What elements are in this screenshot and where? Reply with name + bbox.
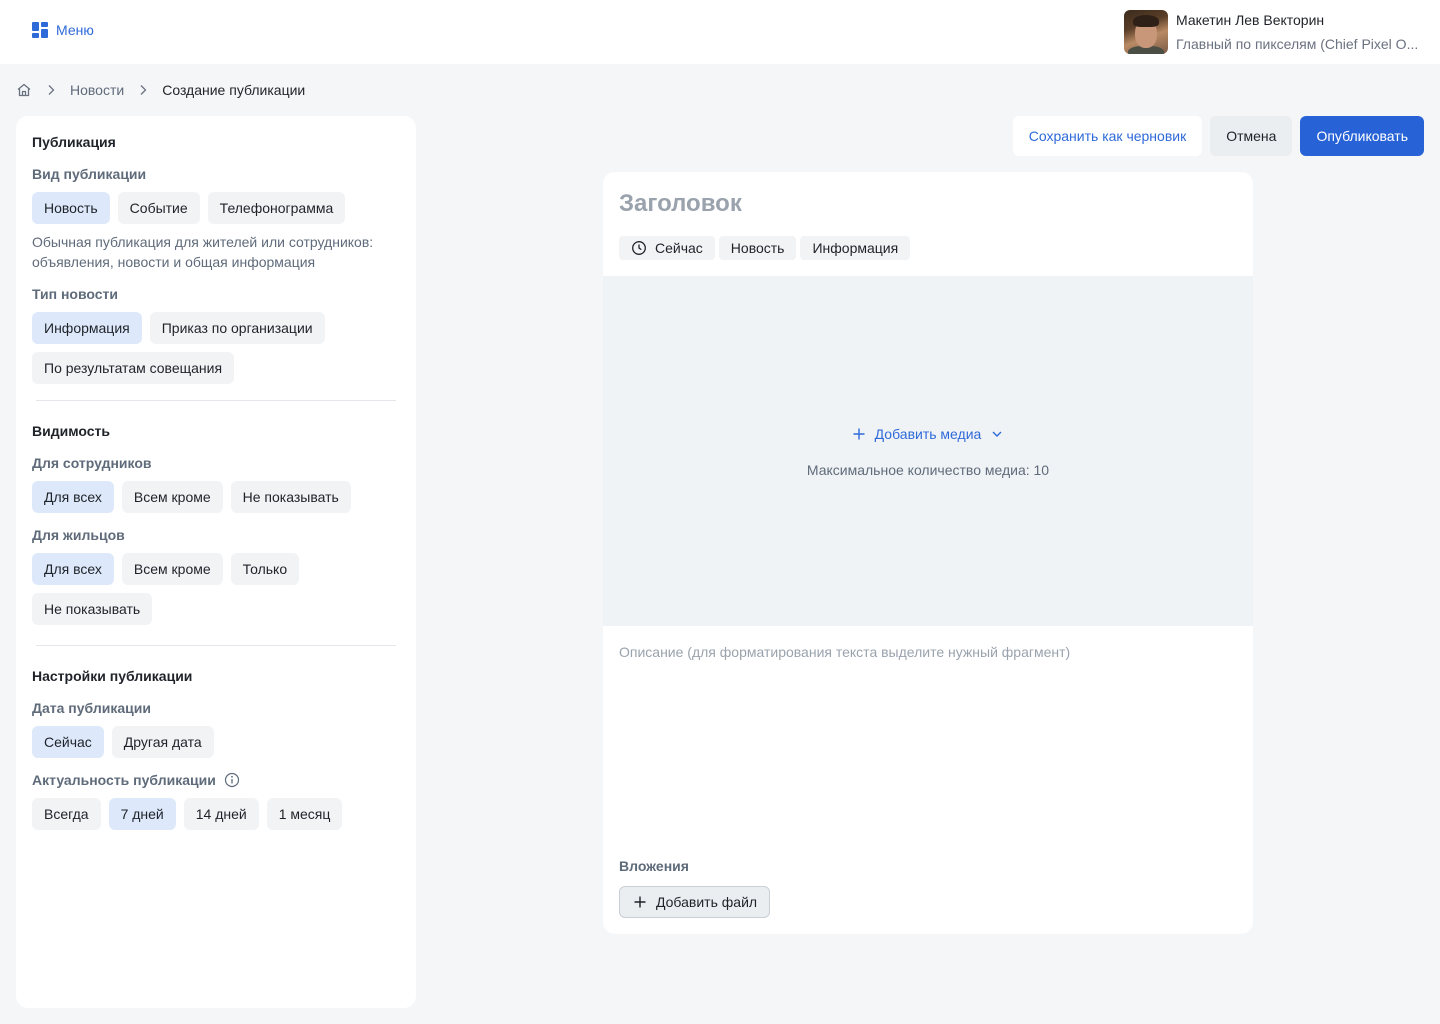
add-media-label: Добавить медиа [874, 426, 982, 442]
add-file-button[interactable]: Добавить файл [619, 886, 771, 918]
chip-date-now[interactable]: Сейчас [32, 726, 104, 758]
add-file-label: Добавить файл [656, 894, 758, 910]
description-input[interactable]: Описание (для форматирования текста выде… [619, 644, 1070, 660]
user-profile[interactable]: Макетин Лев Векторин Главный по пикселям… [1124, 10, 1418, 54]
meta-tags: Сейчас Новость Информация [619, 236, 911, 260]
employees-visibility-group: Для всех Всем кроме Не показывать [32, 481, 400, 513]
user-role: Главный по пикселям (Chief Pixel O... [1176, 36, 1419, 52]
publish-button[interactable]: Опубликовать [1300, 116, 1424, 156]
info-icon[interactable] [224, 772, 240, 788]
attachments-label: Вложения [619, 858, 689, 874]
menu-label: Меню [56, 22, 94, 38]
media-limit-text: Максимальное количество медиа: 10 [806, 462, 1050, 478]
home-icon[interactable] [16, 82, 32, 98]
chip-kind-phonogram[interactable]: Телефонограмма [207, 192, 346, 224]
chip-employees-all[interactable]: Для всех [32, 481, 114, 513]
publication-kind-group: Новость Событие Телефонограмма [32, 192, 400, 224]
media-dropzone[interactable]: Добавить медиа Максимальное количество м… [603, 276, 1253, 626]
breadcrumb-news[interactable]: Новости [70, 82, 124, 98]
publication-date-group: Сейчас Другая дата [32, 726, 400, 758]
chip-relevance-1-month[interactable]: 1 месяц [266, 798, 343, 830]
divider [36, 400, 396, 401]
relevance-group: Всегда 7 дней 14 дней 1 месяц [32, 798, 400, 830]
menu-button[interactable]: Меню [32, 22, 94, 38]
avatar [1124, 10, 1168, 54]
publication-kind-hint: Обычная публикация для жителей или сотру… [32, 234, 374, 270]
chip-type-meeting[interactable]: По результатам совещания [32, 352, 235, 384]
chevron-down-icon [992, 431, 1002, 437]
chip-relevance-always[interactable]: Всегда [32, 798, 101, 830]
publication-editor: Заголовок Сейчас Новость Информация Доба… [603, 172, 1253, 934]
divider [36, 645, 396, 646]
breadcrumb: Новости Создание публикации [16, 80, 305, 100]
chip-employees-hide[interactable]: Не показывать [230, 481, 351, 513]
relevance-label: Актуальность публикации [32, 772, 216, 788]
chip-residents-only[interactable]: Только [230, 553, 300, 585]
chip-kind-event[interactable]: Событие [117, 192, 200, 224]
publication-kind-label: Вид публикации [32, 166, 147, 182]
tag-time-label: Сейчас [655, 240, 703, 256]
chip-residents-except[interactable]: Всем кроме [121, 553, 223, 585]
chip-type-order[interactable]: Приказ по организации [149, 312, 325, 344]
top-bar: Меню Макетин Лев Векторин Главный по пик… [0, 0, 1440, 64]
tag-kind[interactable]: Новость [718, 236, 797, 260]
chip-type-information[interactable]: Информация [32, 312, 142, 344]
chip-relevance-14-days[interactable]: 14 дней [183, 798, 259, 830]
tag-type[interactable]: Информация [800, 236, 911, 260]
dashboard-icon [32, 22, 48, 38]
chip-residents-all[interactable]: Для всех [32, 553, 114, 585]
chevron-right-icon [48, 85, 55, 95]
relevance-label-row: Актуальность публикации [32, 770, 400, 790]
chip-kind-news[interactable]: Новость [32, 192, 110, 224]
save-draft-button[interactable]: Сохранить как черновик [1012, 116, 1203, 156]
cancel-button[interactable]: Отмена [1210, 116, 1293, 156]
user-name: Макетин Лев Векторин [1176, 12, 1325, 28]
section-visibility-title: Видимость [32, 423, 110, 439]
tag-time[interactable]: Сейчас [619, 236, 715, 260]
news-type-label: Тип новости [32, 286, 119, 302]
plus-icon [853, 428, 865, 440]
settings-panel: Публикация Вид публикации Новость Событи… [16, 116, 416, 1008]
chip-residents-hide[interactable]: Не показывать [32, 593, 153, 625]
section-settings-title: Настройки публикации [32, 668, 193, 684]
chip-employees-except[interactable]: Всем кроме [121, 481, 223, 513]
residents-label: Для жильцов [32, 527, 125, 543]
clock-icon [632, 241, 646, 255]
action-bar: Сохранить как черновик Отмена Опубликова… [1012, 116, 1424, 156]
section-publication-title: Публикация [32, 134, 116, 150]
breadcrumb-current: Создание публикации [162, 82, 306, 98]
chip-relevance-7-days[interactable]: 7 дней [108, 798, 176, 830]
chevron-right-icon [140, 85, 147, 95]
chip-date-other[interactable]: Другая дата [111, 726, 214, 758]
add-media-button[interactable]: Добавить медиа [603, 426, 1253, 442]
residents-visibility-group: Для всех Всем кроме Только Не показывать [32, 553, 400, 625]
publication-date-label: Дата публикации [32, 700, 151, 716]
title-input[interactable]: Заголовок [619, 190, 742, 218]
news-type-group: Информация Приказ по организации По резу… [32, 312, 400, 384]
employees-label: Для сотрудников [32, 455, 152, 471]
plus-icon [634, 896, 646, 908]
